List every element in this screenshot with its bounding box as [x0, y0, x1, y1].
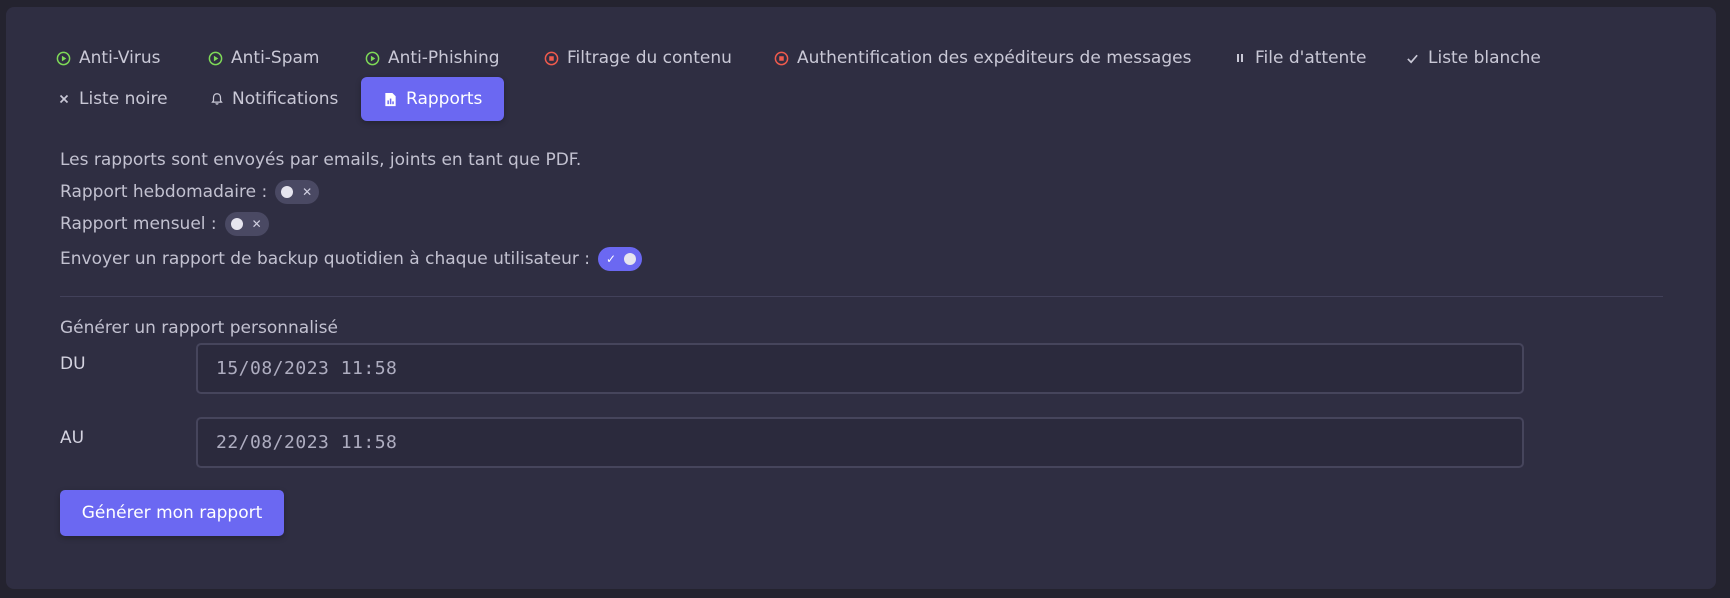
reports-intro: Les rapports sont envoyés par emails, jo…: [60, 150, 581, 170]
play-circle-icon: [208, 51, 223, 66]
from-date-input[interactable]: 15/08/2023 11:58: [196, 343, 1524, 394]
tab-whitelist[interactable]: Liste blanche: [1405, 36, 1541, 80]
monthly-report-toggle[interactable]: ✕: [224, 212, 269, 236]
bell-icon: [209, 92, 224, 107]
tab-content-filtering[interactable]: Filtrage du contenu: [544, 36, 732, 80]
to-date-value: 22/08/2023 11:58: [216, 432, 398, 453]
tab-queue[interactable]: File d'attente: [1232, 36, 1366, 80]
report-file-icon: [383, 92, 398, 107]
tab-label: File d'attente: [1255, 48, 1367, 68]
section-divider: [60, 296, 1663, 297]
tab-reports[interactable]: Rapports: [361, 77, 505, 121]
tab-anti-spam[interactable]: Anti-Spam: [208, 36, 320, 80]
daily-backup-row: Envoyer un rapport de backup quotidien à…: [60, 247, 642, 271]
tab-label: Filtrage du contenu: [567, 48, 732, 68]
daily-backup-toggle[interactable]: ✓: [598, 247, 642, 271]
monthly-report-label: Rapport mensuel :: [60, 214, 217, 234]
weekly-report-toggle[interactable]: ✕: [275, 180, 320, 204]
tab-label: Anti-Virus: [79, 48, 161, 68]
close-icon: ✕: [251, 217, 262, 231]
tab-label: Notifications: [232, 89, 339, 109]
stop-circle-icon: [774, 51, 789, 66]
close-icon: ✕: [302, 185, 313, 199]
from-date-label: DU: [60, 354, 86, 374]
weekly-report-label: Rapport hebdomadaire :: [60, 182, 268, 202]
tab-label: Liste blanche: [1428, 48, 1541, 68]
to-date-input[interactable]: 22/08/2023 11:58: [196, 417, 1524, 468]
close-icon: [56, 92, 71, 107]
monthly-report-row: Rapport mensuel : ✕: [60, 212, 269, 236]
tab-label: Liste noire: [79, 89, 168, 109]
play-circle-icon: [56, 51, 71, 66]
pause-icon: [1232, 51, 1247, 66]
stop-circle-icon: [544, 51, 559, 66]
generate-report-button[interactable]: Générer mon rapport: [60, 490, 284, 536]
tab-bar: Anti-Virus Anti-Spam Anti-Phishing Filtr…: [54, 36, 1674, 121]
tab-row-1: Anti-Virus Anti-Spam Anti-Phishing Filtr…: [54, 36, 1674, 80]
toggle-knob: [230, 218, 243, 230]
toggle-knob: [624, 253, 636, 265]
tab-blacklist[interactable]: Liste noire: [56, 77, 168, 121]
weekly-report-row: Rapport hebdomadaire : ✕: [60, 180, 320, 204]
tab-label: Anti-Phishing: [388, 48, 500, 68]
toggle-knob: [281, 186, 294, 198]
tab-notifications[interactable]: Notifications: [209, 77, 338, 121]
tab-label: Anti-Spam: [231, 48, 320, 68]
from-date-value: 15/08/2023 11:58: [216, 358, 398, 379]
custom-report-title: Générer un rapport personnalisé: [60, 318, 338, 338]
check-icon: ✓: [606, 252, 617, 266]
tab-row-2: Liste noire Notifications Rapports: [54, 77, 1674, 121]
tab-sender-authentication[interactable]: Authentification des expéditeurs de mess…: [774, 36, 1191, 80]
tab-anti-phishing[interactable]: Anti-Phishing: [365, 36, 500, 80]
tab-label: Rapports: [406, 89, 483, 109]
to-date-label: AU: [60, 428, 85, 448]
tab-label: Authentification des expéditeurs de mess…: [797, 48, 1192, 68]
intro-text: Les rapports sont envoyés par emails, jo…: [60, 150, 582, 170]
daily-backup-label: Envoyer un rapport de backup quotidien à…: [60, 249, 590, 269]
check-icon: [1405, 51, 1420, 66]
tab-anti-virus[interactable]: Anti-Virus: [56, 36, 161, 80]
play-circle-icon: [365, 51, 380, 66]
